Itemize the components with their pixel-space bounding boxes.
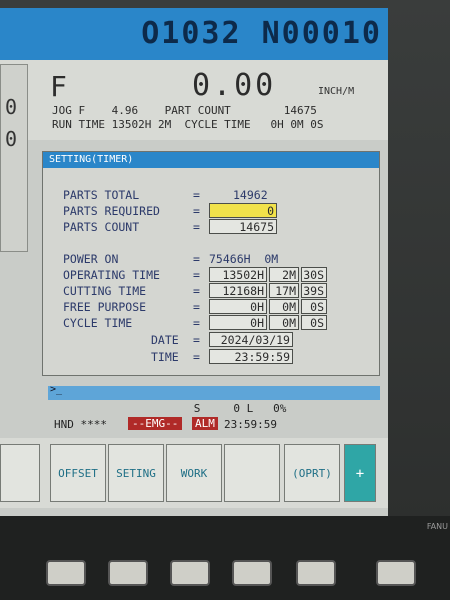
softkey-bar: OFFSET SETING WORK (OPRT) + [0,438,388,508]
window-title: SETTING(TIMER) [43,152,379,168]
hardware-softkey-5[interactable] [296,560,336,586]
parts-total-label: PARTS TOTAL [63,188,140,202]
power-on-value: 75466H 0M [209,252,279,266]
free-purpose-seconds[interactable]: 0S [301,299,327,314]
hardware-softkey-3[interactable] [170,560,210,586]
eq-sign: = [193,300,200,314]
left-digit-1: 0 [5,95,18,119]
left-panel-stub: 0 0 [0,64,28,252]
cycle-time-hours[interactable]: 0H [209,315,267,330]
softkey-setting[interactable]: SETING [108,444,164,502]
eq-sign: = [193,220,200,234]
free-purpose-minutes[interactable]: 0M [269,299,299,314]
time-field[interactable]: 23:59:59 [209,349,293,364]
free-purpose-hours[interactable]: 0H [209,299,267,314]
softkey-next-plus[interactable]: + [344,444,376,502]
softkey-blank-left[interactable] [0,444,40,502]
date-field[interactable]: 2024/03/19 [209,332,293,347]
cnc-screen: O1032 N00010 0 0 F 0.00 INCH/M JOG F 4.9… [0,8,388,516]
parts-required-label: PARTS REQUIRED [63,204,160,218]
cycle-time-label: CYCLE TIME [63,316,133,330]
mode-status-line: HND **** --EMG-- ALM 23:59:59 [48,417,384,433]
cycle-time-seconds[interactable]: 0S [301,315,327,330]
eq-sign: = [193,316,200,330]
cutting-time-seconds[interactable]: 39S [301,283,327,298]
time-label: TIME [151,350,179,364]
parts-total-value: 14962 [233,188,268,202]
power-on-label: POWER ON [63,252,119,266]
date-label: DATE [151,333,179,347]
parts-count-label: PARTS COUNT [63,220,140,234]
command-input-line[interactable]: >_ [48,384,380,400]
hardware-softkey-4[interactable] [232,560,272,586]
eq-sign: = [193,333,200,347]
spindle-status-line: S 0 L 0% [48,402,287,415]
eq-sign: = [193,268,200,282]
setting-timer-window: SETTING(TIMER) PARTS TOTAL = 14962 PARTS… [42,151,380,376]
emergency-badge: --EMG-- [128,417,183,430]
eq-sign: = [193,188,200,202]
command-prompt: >_ [50,384,63,395]
softkey-blank[interactable] [224,444,280,502]
cutting-time-hours[interactable]: 12168H [209,283,267,298]
operating-time-label: OPERATING TIME [63,268,160,282]
parts-count-field[interactable]: 14675 [209,219,277,234]
feed-unit: INCH/M [318,86,355,97]
softkey-work[interactable]: WORK [166,444,222,502]
feed-label: F [50,70,67,103]
eq-sign: = [193,204,200,218]
jog-part-count-line: JOG F 4.96 PART COUNT 14675 [52,104,317,117]
alarm-badge: ALM [192,417,218,430]
eq-sign: = [193,284,200,298]
status-clock: 23:59:59 [224,418,277,431]
eq-sign: = [193,350,200,364]
hardware-key-panel [0,516,450,600]
operating-time-minutes[interactable]: 2M [269,267,299,282]
hardware-softkey-1[interactable] [46,560,86,586]
feed-value: 0.00 [192,68,277,103]
hardware-softkey-6[interactable] [376,560,416,586]
operating-time-hours[interactable]: 13502H [209,267,267,282]
cycle-time-minutes[interactable]: 0M [269,315,299,330]
eq-sign: = [193,252,200,266]
left-digit-2: 0 [5,127,18,151]
cutting-time-label: CUTTING TIME [63,284,147,298]
softkey-oprt[interactable]: (OPRT) [284,444,340,502]
program-number: O1032 N00010 [141,16,382,51]
brand-logo: FANU [426,522,448,531]
cutting-time-minutes[interactable]: 17M [269,283,299,298]
hardware-softkey-2[interactable] [108,560,148,586]
softkey-offset[interactable]: OFFSET [50,444,106,502]
run-cycle-time-line: RUN TIME 13502H 2M CYCLE TIME 0H 0M 0S [52,118,324,131]
parts-required-field[interactable]: 0 [209,203,277,218]
program-header: O1032 N00010 [0,8,388,60]
mode-hnd: HND **** [54,418,107,431]
operating-time-seconds[interactable]: 30S [301,267,327,282]
free-purpose-label: FREE PURPOSE [63,300,147,314]
